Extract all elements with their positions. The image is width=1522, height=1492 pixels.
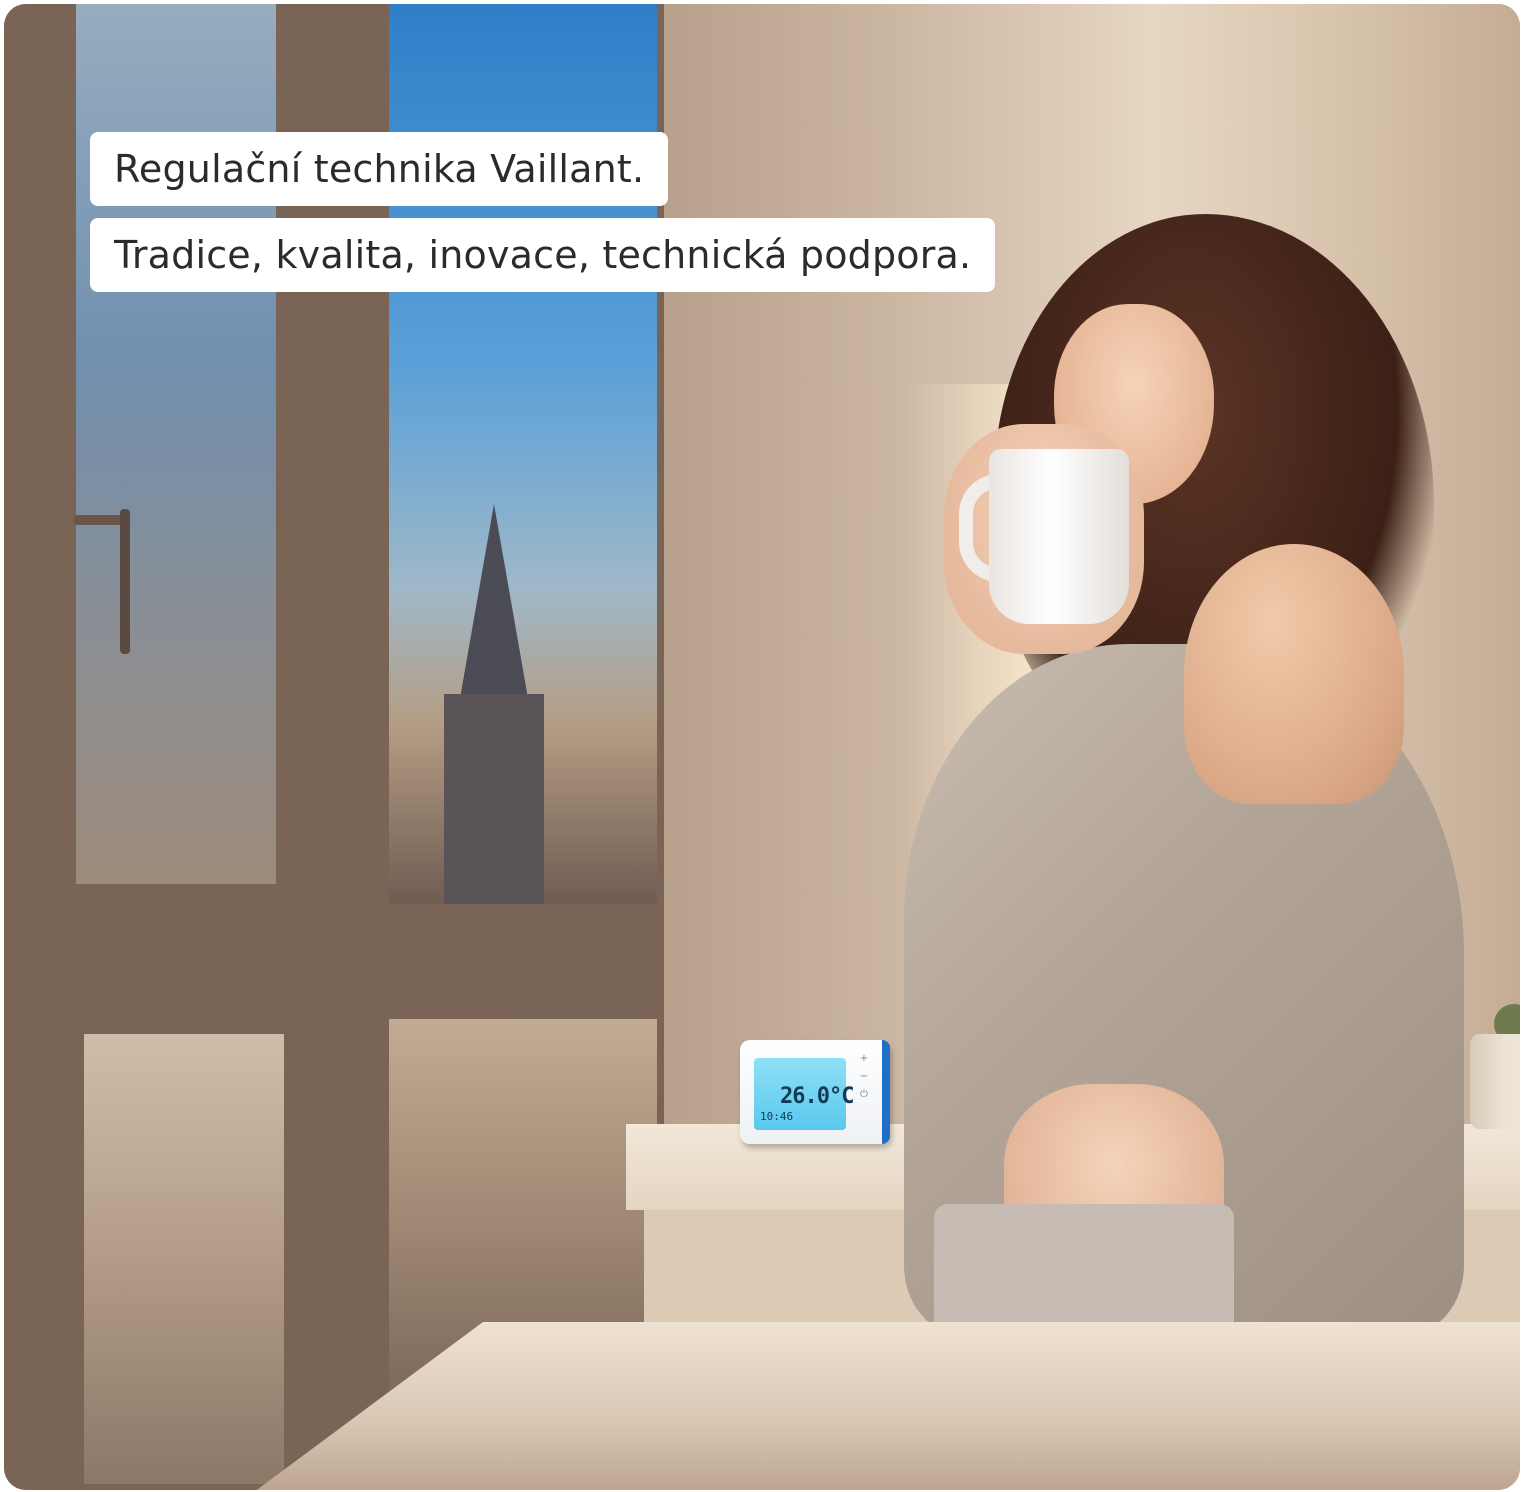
caption-headline: Regulační technika Vaillant. [90, 132, 669, 206]
thermostat-device: 26.0°C 10:46 + − ⏻ [740, 1040, 890, 1144]
white-mug [989, 449, 1129, 624]
window-handle-bar [120, 509, 130, 654]
woman-shoulder [1184, 544, 1404, 804]
window-pane-lower-left [84, 1034, 284, 1484]
power-icon: ⏻ [860, 1089, 868, 1100]
cathedral-tower [444, 694, 544, 904]
plant-pot [1470, 1034, 1520, 1129]
photo-frame: 26.0°C 10:46 + − ⏻ Regulační technika Va… [4, 4, 1520, 1490]
cathedral-spire [459, 504, 529, 704]
woman-shorts [934, 1204, 1234, 1334]
thermostat-blue-edge [882, 1040, 890, 1144]
window-handle [74, 509, 130, 654]
caption-subheadline: Tradice, kvalita, inovace, technická pod… [90, 218, 996, 292]
minus-icon: − [859, 1071, 869, 1082]
window-handle-arm [74, 515, 124, 525]
thermostat-time: 10:46 [760, 1110, 794, 1123]
thermostat-temperature: 26.0°C [780, 1084, 854, 1109]
thermostat-screen: 26.0°C 10:46 [754, 1058, 854, 1130]
thermostat-buttons: + − ⏻ [852, 1050, 876, 1134]
plus-icon: + [859, 1053, 869, 1064]
